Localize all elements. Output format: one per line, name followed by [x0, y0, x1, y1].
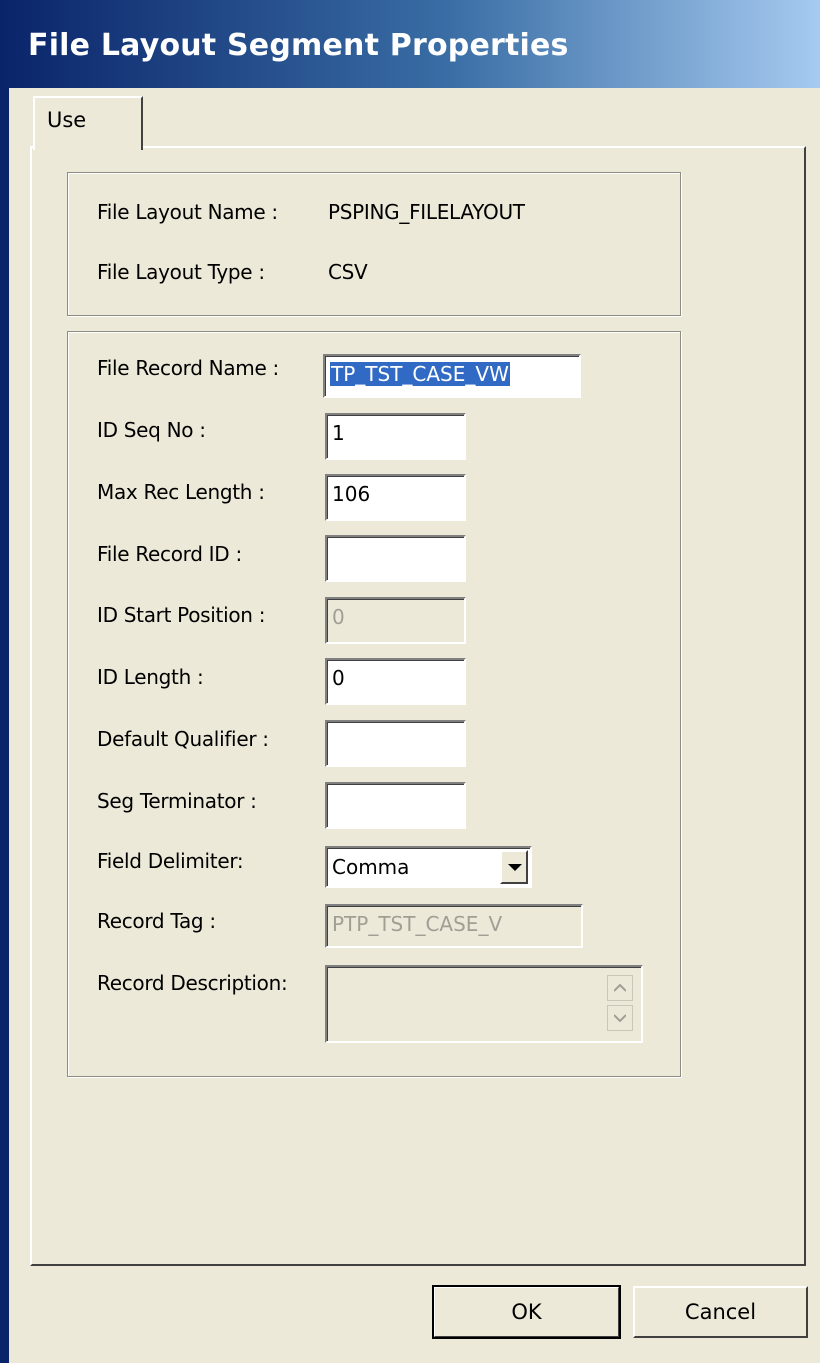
window-frame-left: [0, 88, 9, 1363]
record-tag-label: Record Tag :: [97, 909, 216, 933]
file-record-id-input[interactable]: [325, 535, 466, 582]
max-rec-length-input[interactable]: 106: [325, 474, 466, 521]
file-layout-name-value: PSPING_FILELAYOUT: [328, 200, 525, 224]
field-delimiter-value: Comma: [332, 855, 410, 879]
layout-info-group: [67, 172, 681, 316]
file-record-name-value: TP_TST_CASE_VW: [330, 362, 510, 386]
max-rec-length-label: Max Rec Length :: [97, 480, 265, 504]
record-tag-input: PTP_TST_CASE_V: [325, 904, 583, 948]
record-description-textarea[interactable]: [325, 965, 643, 1043]
window-title: File Layout Segment Properties: [28, 28, 569, 63]
id-seq-no-input[interactable]: 1: [325, 413, 466, 460]
seg-terminator-input[interactable]: [325, 782, 466, 829]
record-tag-value: PTP_TST_CASE_V: [332, 912, 503, 936]
file-layout-type-value: CSV: [328, 260, 368, 284]
chevron-down-icon[interactable]: [500, 850, 528, 884]
title-bar[interactable]: File Layout Segment Properties: [0, 0, 820, 88]
id-seq-no-label: ID Seq No :: [97, 418, 206, 442]
ok-button[interactable]: OK: [432, 1285, 621, 1339]
max-rec-length-value: 106: [332, 482, 371, 506]
id-length-value: 0: [332, 666, 345, 690]
scroll-up-icon[interactable]: [607, 975, 633, 1001]
field-delimiter-label: Field Delimiter:: [97, 849, 244, 873]
file-record-name-input[interactable]: TP_TST_CASE_VW: [323, 354, 581, 398]
file-layout-type-label: File Layout Type :: [97, 260, 265, 284]
file-record-name-label: File Record Name :: [97, 356, 279, 380]
field-delimiter-select[interactable]: Comma: [325, 846, 532, 888]
id-length-input[interactable]: 0: [325, 658, 466, 705]
default-qualifier-input[interactable]: [325, 720, 466, 767]
id-start-position-input: 0: [325, 597, 466, 644]
file-record-id-label: File Record ID :: [97, 542, 242, 566]
id-start-position-label: ID Start Position :: [97, 603, 266, 627]
id-start-position-value: 0: [332, 605, 345, 629]
file-layout-name-label: File Layout Name :: [97, 200, 278, 224]
id-length-label: ID Length :: [97, 665, 204, 689]
cancel-button[interactable]: Cancel: [633, 1286, 808, 1338]
id-seq-no-value: 1: [332, 421, 345, 445]
tab-use[interactable]: Use: [33, 96, 143, 150]
record-description-label: Record Description:: [97, 971, 288, 995]
default-qualifier-label: Default Qualifier :: [97, 727, 269, 751]
seg-terminator-label: Seg Terminator :: [97, 789, 257, 813]
tab-use-label: Use: [47, 108, 87, 132]
scroll-down-icon[interactable]: [607, 1005, 633, 1031]
